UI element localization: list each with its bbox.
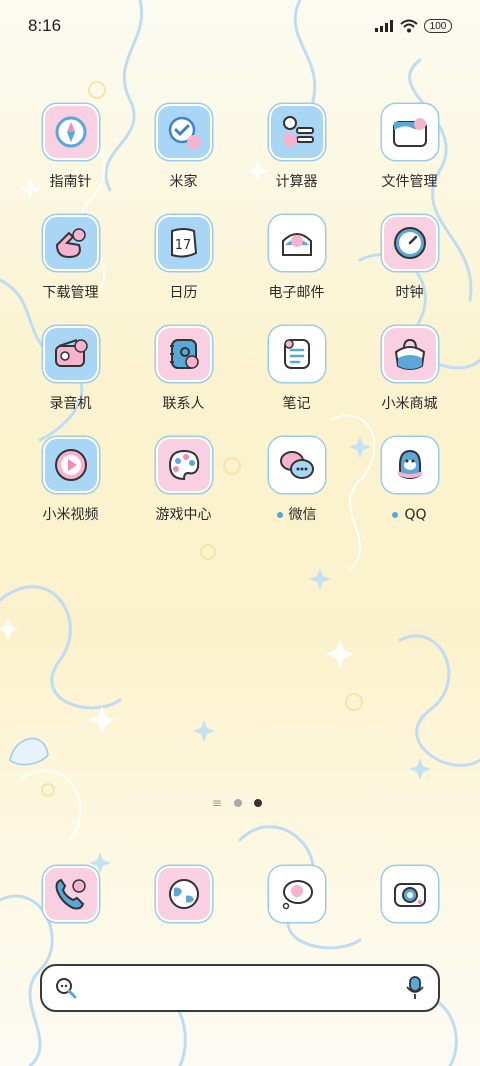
app-compass[interactable]: 指南针 (14, 104, 127, 192)
app-calendar[interactable]: 17 日历 (127, 215, 240, 303)
dock-browser[interactable] (127, 866, 240, 922)
phone-icon (42, 866, 99, 922)
app-label: 指南针 (49, 174, 92, 190)
app-mijia[interactable]: 米家 (127, 104, 240, 192)
app-label: 小米商城 (381, 396, 438, 412)
app-grid: 指南针 米家 计算器 文件管理 下载管理 17 日历 电子邮件 时钟 录音机 联… (14, 104, 466, 525)
status-bar: 8:16 100 (0, 0, 480, 52)
mail-icon (268, 215, 325, 271)
signal-icon (375, 20, 393, 32)
search-bar[interactable] (40, 964, 440, 1012)
download-icon (42, 215, 99, 271)
dock-phone[interactable] (14, 866, 127, 922)
app-notes[interactable]: 笔记 (240, 326, 353, 414)
browser-globe-icon (155, 866, 212, 922)
app-label: 微信 (288, 507, 317, 523)
app-label: 游戏中心 (155, 507, 212, 523)
microphone-icon[interactable] (404, 975, 426, 1001)
app-clock[interactable]: 时钟 (353, 215, 466, 303)
folder-icon (381, 104, 438, 160)
page-dot (234, 799, 243, 807)
battery-icon: 100 (424, 19, 452, 33)
search-icon (56, 978, 77, 999)
app-download-manager[interactable]: 下载管理 (14, 215, 127, 303)
app-calculator[interactable]: 计算器 (240, 104, 353, 192)
app-mi-store[interactable]: 小米商城 (353, 326, 466, 414)
search-input[interactable] (88, 980, 394, 996)
app-qq[interactable]: QQ (353, 437, 466, 525)
app-game-center[interactable]: 游戏中心 (127, 437, 240, 525)
app-label: 下载管理 (42, 285, 99, 301)
app-label: 笔记 (282, 396, 311, 412)
recorder-icon (42, 326, 99, 382)
page-indicator[interactable]: ≡ (212, 796, 263, 810)
app-label: 电子邮件 (268, 285, 325, 301)
game-palette-icon (155, 437, 212, 493)
app-mi-video[interactable]: 小米视频 (14, 437, 127, 525)
app-label: 米家 (169, 174, 198, 190)
wifi-icon (400, 19, 418, 33)
status-time: 8:16 (28, 16, 62, 35)
mijia-icon (155, 104, 212, 160)
app-label: 日历 (169, 285, 198, 301)
app-label: 录音机 (49, 396, 92, 412)
app-label: 时钟 (395, 285, 424, 301)
app-email[interactable]: 电子邮件 (240, 215, 353, 303)
shopping-bag-icon (381, 326, 438, 382)
app-drawer-lines-icon: ≡ (212, 796, 223, 810)
new-badge (276, 512, 283, 518)
dock (14, 866, 466, 922)
calendar-day: 17 (174, 238, 191, 253)
qq-penguin-icon (381, 437, 438, 493)
page-dot-active (254, 799, 263, 807)
app-label: 文件管理 (381, 174, 438, 190)
dock-camera[interactable] (353, 866, 466, 922)
app-file-manager[interactable]: 文件管理 (353, 104, 466, 192)
app-contacts[interactable]: 联系人 (127, 326, 240, 414)
compass-icon (42, 104, 99, 160)
new-badge (392, 512, 399, 518)
app-recorder[interactable]: 录音机 (14, 326, 127, 414)
messages-icon (268, 866, 325, 922)
video-play-icon (42, 437, 99, 493)
app-label: 小米视频 (42, 507, 99, 523)
shell-decoration (9, 738, 49, 766)
contacts-icon (155, 326, 212, 382)
app-label: 联系人 (162, 396, 205, 412)
notes-icon (268, 326, 325, 382)
status-icons: 100 (374, 19, 452, 33)
calendar-icon: 17 (155, 215, 212, 271)
app-label: QQ (404, 507, 427, 523)
app-wechat[interactable]: 微信 (240, 437, 353, 525)
wechat-icon (268, 437, 325, 493)
dock-messages[interactable] (240, 866, 353, 922)
app-label: 计算器 (275, 174, 318, 190)
camera-icon (381, 866, 438, 922)
calculator-icon (268, 104, 325, 160)
clock-icon (381, 215, 438, 271)
